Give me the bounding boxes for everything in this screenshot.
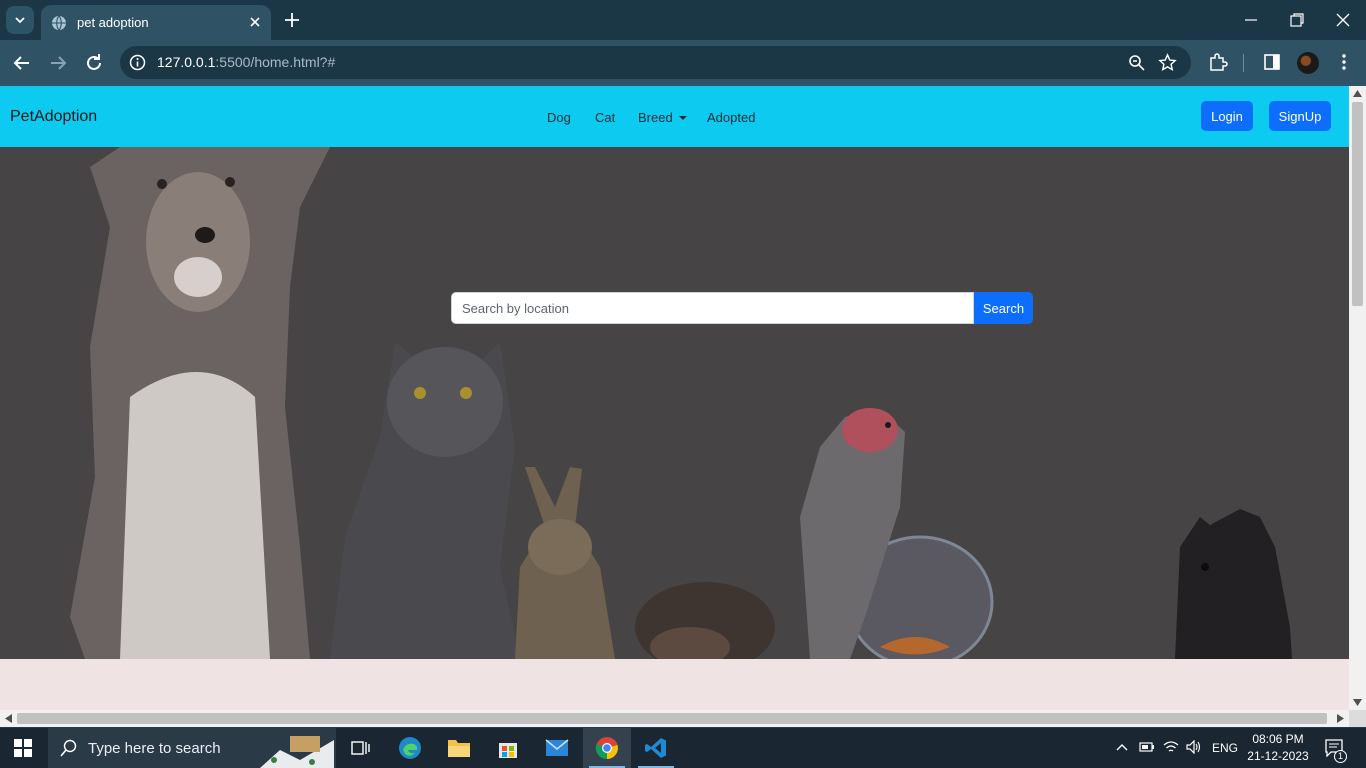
browser-tab[interactable]: pet adoption [41,5,271,40]
horizontal-scrollbar[interactable] [0,710,1349,727]
browser-tab-strip: pet adoption [0,0,1366,40]
location-search-input[interactable] [451,292,974,324]
login-button[interactable]: Login [1201,101,1253,131]
mail-icon [545,739,569,756]
language-indicator[interactable]: ENG [1212,741,1238,755]
nav-link-dog[interactable]: Dog [547,110,571,125]
battery-icon[interactable] [1139,741,1155,753]
globe-icon [52,15,66,30]
file-explorer-taskbar-app[interactable] [435,728,483,768]
nav-breed-label: Breed [638,110,673,125]
folder-icon [448,740,470,757]
hero-banner: Search [0,147,1349,659]
clock-date: 21-12-2023 [1247,749,1309,763]
scroll-up-arrow-icon[interactable] [1353,90,1362,97]
horizontal-scroll-thumb[interactable] [17,713,1327,724]
signup-button[interactable]: SignUp [1269,101,1331,131]
taskbar-search-placeholder: Type here to search [88,740,221,757]
url-path: :5500/home.html?# [215,54,336,70]
edge-icon [399,737,421,759]
store-taskbar-app[interactable] [484,728,532,768]
extensions-icon[interactable] [1208,52,1228,72]
search-highlight-icon [260,736,334,768]
task-view-button[interactable] [336,728,384,768]
kebab-menu-icon[interactable] [1334,52,1354,72]
caret-down-icon [678,116,687,120]
chevron-down-icon [15,17,25,24]
bookmark-star-icon[interactable] [1158,53,1177,72]
side-panel-icon[interactable] [1262,52,1282,72]
toolbar-divider [1243,54,1244,72]
minimize-icon[interactable] [1241,10,1261,30]
address-bar[interactable]: 127.0.0.1:5500/home.html?# [120,46,1191,79]
taskbar-search-box[interactable]: Type here to search [48,728,336,768]
browser-toolbar: 127.0.0.1:5500/home.html?# [0,40,1366,86]
notification-count-badge: 1 [1334,750,1347,763]
url-text[interactable]: 127.0.0.1:5500/home.html?# [157,54,335,70]
site-info-icon[interactable] [129,54,146,71]
zoom-icon[interactable] [1128,54,1145,71]
site-brand[interactable]: PetAdoption [10,108,97,126]
new-tab-icon[interactable] [282,10,302,30]
url-host: 127.0.0.1 [157,54,216,70]
wifi-icon[interactable] [1163,740,1179,754]
mail-taskbar-app[interactable] [533,728,581,768]
forward-arrow-icon[interactable] [47,52,69,74]
search-icon [60,739,77,757]
vscode-taskbar-app[interactable] [632,728,680,768]
tab-search-button[interactable] [6,6,34,34]
close-window-icon[interactable] [1333,10,1353,30]
tab-title: pet adoption [77,15,149,30]
nav-link-cat[interactable]: Cat [595,110,615,125]
nav-link-adopted[interactable]: Adopted [707,110,755,125]
page-viewport: PetAdoption Dog Cat Breed Adopted Login … [0,86,1349,710]
scroll-left-arrow-icon[interactable] [5,714,12,723]
windows-start-icon[interactable] [14,739,32,757]
taskbar-clock[interactable]: 08:06 PM 21-12-2023 [1240,731,1316,765]
vertical-scrollbar[interactable] [1349,86,1366,710]
task-view-icon [351,741,370,755]
show-hidden-icons-chevron-icon[interactable] [1116,742,1128,752]
windows-taskbar: Type here to search ENG 08:06 PM 21-12-2… [0,728,1366,768]
search-button[interactable]: Search [974,292,1033,324]
volume-icon[interactable] [1186,740,1202,754]
chrome-icon [595,737,618,760]
edge-taskbar-app[interactable] [386,728,434,768]
profile-avatar[interactable] [1297,52,1319,74]
restore-icon[interactable] [1287,10,1307,30]
scroll-down-arrow-icon[interactable] [1353,699,1362,706]
site-navbar: PetAdoption Dog Cat Breed Adopted Login … [0,86,1349,147]
pets-background-image [70,147,1292,659]
scroll-right-arrow-icon[interactable] [1337,714,1344,723]
vertical-scroll-thumb[interactable] [1352,102,1363,306]
nav-dropdown-breed[interactable]: Breed [638,110,687,125]
scrollbar-corner [1349,710,1366,727]
vscode-icon [645,738,666,758]
store-bag-icon [499,743,517,758]
reload-icon[interactable] [83,52,105,74]
back-arrow-icon[interactable] [11,52,33,74]
close-tab-icon[interactable] [247,14,263,30]
clock-time: 08:06 PM [1252,732,1304,746]
chrome-taskbar-app[interactable] [583,728,631,768]
